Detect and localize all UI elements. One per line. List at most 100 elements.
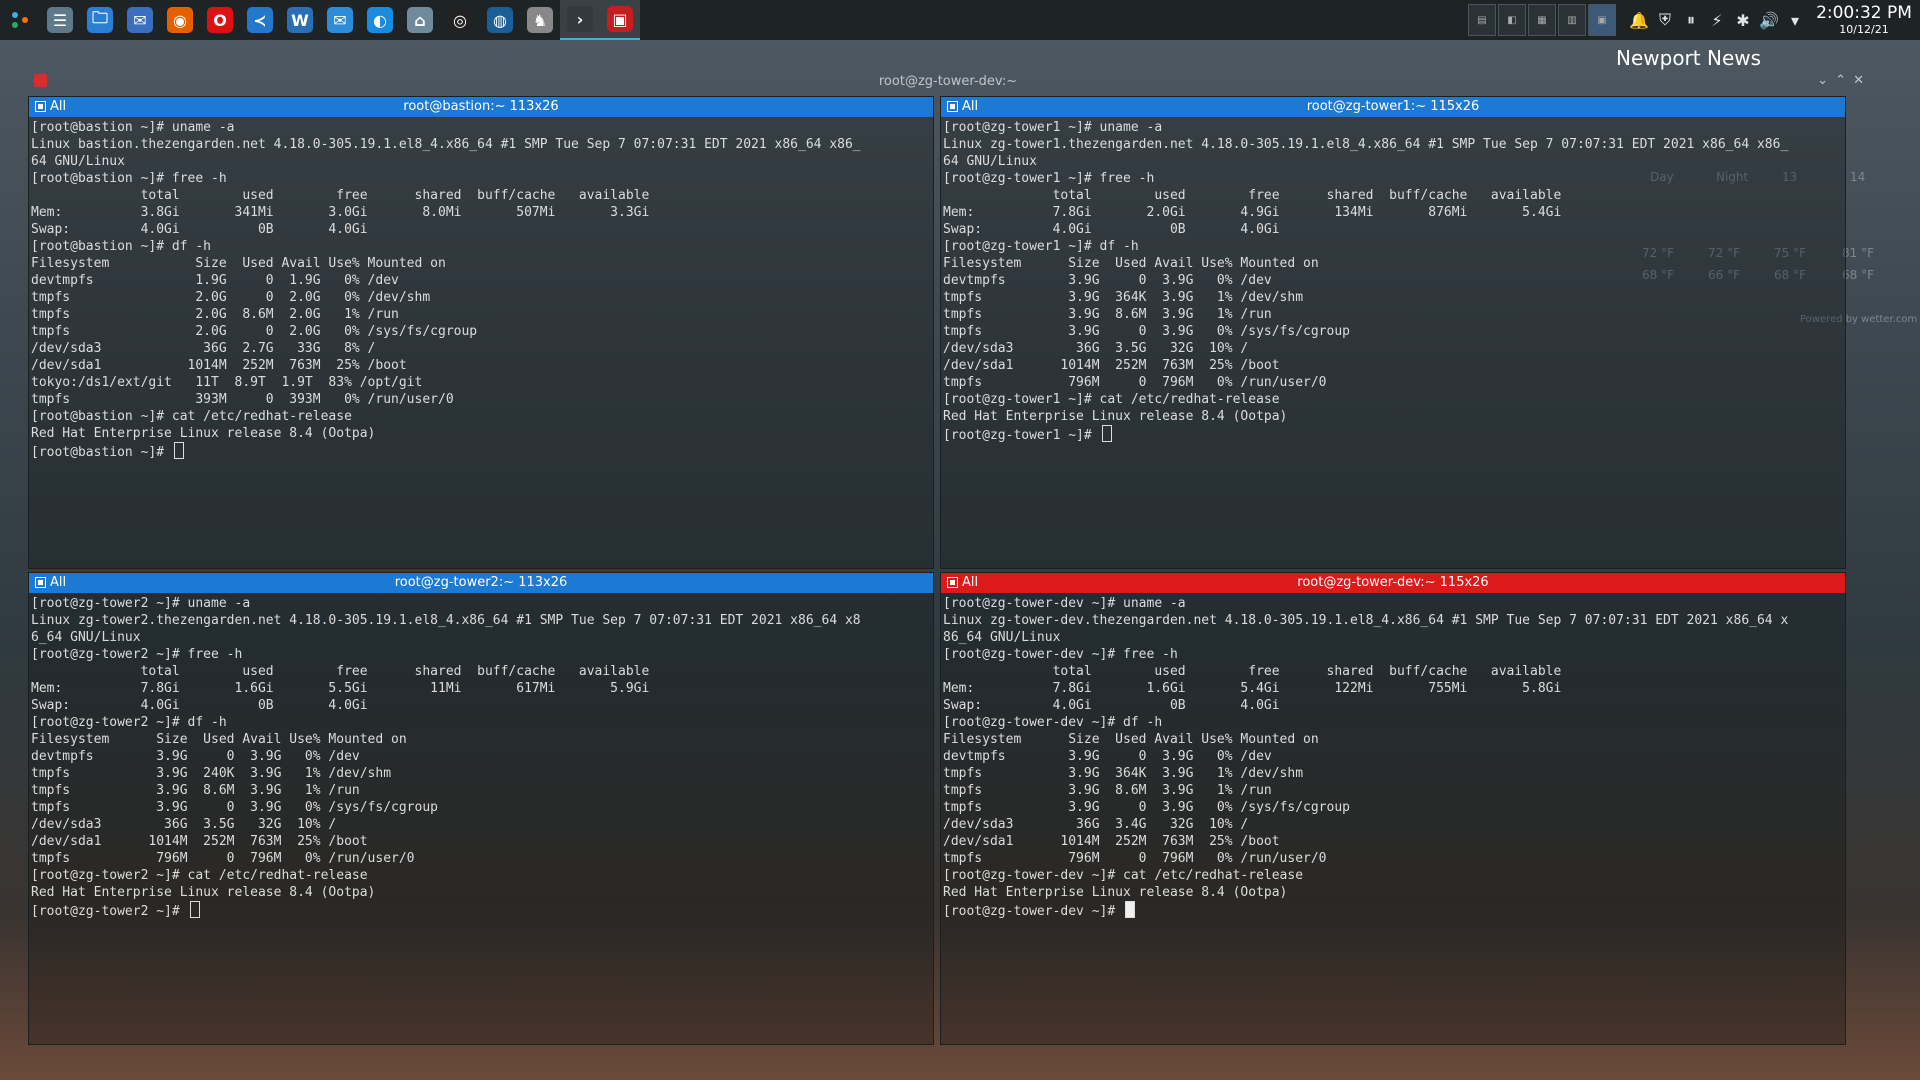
tray-icons: 🔔 ⛨ ⏸ ⚡ ✱ 🔊 ▾ — [1626, 0, 1808, 40]
terminal-output[interactable]: [root@zg-tower-dev ~]# uname -a Linux zg-… — [943, 595, 1843, 1044]
weather-city: Newport News — [1616, 46, 1762, 70]
digital-clock[interactable]: 2:00:32 PM 10/12/21 — [1808, 3, 1920, 36]
terminal-prompt[interactable]: [root@zg-tower-dev ~]# — [943, 901, 1843, 920]
bluetooth-icon[interactable]: ✱ — [1730, 0, 1756, 40]
terminal-prompt[interactable]: [root@zg-tower2 ~]# — [31, 901, 931, 920]
desktop-4[interactable]: ▥ — [1558, 4, 1586, 36]
terminal-line: [root@zg-tower1 ~]# free -h — [943, 171, 1155, 186]
desktop-2[interactable]: ◧ — [1498, 4, 1526, 36]
konsole-icon-glyph: › — [567, 6, 593, 32]
network-icon[interactable]: ⌂ — [400, 0, 440, 40]
firefox-icon[interactable]: ◉ — [160, 0, 200, 40]
messaging-icon[interactable]: ✉ — [320, 0, 360, 40]
clock-date: 10/12/21 — [1839, 23, 1889, 36]
thunderbird-icon-glyph: ✉ — [127, 7, 153, 33]
broadcast-all-button[interactable]: All — [947, 99, 978, 114]
terminal-pane[interactable]: root@zg-tower-dev:~ 115x26 All [root@zg-to… — [940, 572, 1846, 1045]
bell-icon[interactable]: 🔔 — [1626, 0, 1652, 40]
desktop-5[interactable]: ▣ — [1588, 4, 1616, 36]
pane-header[interactable]: root@bastion:~ 113x26 All — [29, 97, 933, 117]
dragon-icon[interactable]: ♞ — [520, 0, 560, 40]
pane-title: root@zg-tower-dev:~ 115x26 — [1297, 575, 1489, 590]
terminal-pane[interactable]: root@zg-tower1:~ 115x26 All [root@zg-tower… — [940, 96, 1846, 569]
prompt-text: [root@zg-tower2 ~]# — [31, 904, 188, 919]
virtual-desktop-pager[interactable]: ▤ ◧ ▦ ▥ ▣ — [1468, 4, 1616, 36]
minimize-button[interactable]: ⌄ — [1817, 73, 1828, 88]
terminal-line: Red Hat Enterprise Linux release 8.4 (Oo… — [943, 885, 1288, 900]
obs-icon-glyph: ◎ — [447, 7, 473, 33]
terminal-line: Mem: 7.8Gi 2.0Gi 4.9Gi 134Mi 876Mi 5.4Gi — [943, 205, 1562, 220]
terminal-line: devtmpfs 1.9G 0 1.9G 0% /dev — [31, 273, 399, 288]
terminal-line: Linux zg-tower2.thezengarden.net 4.18.0-… — [31, 613, 861, 628]
terminal-line: total used free shared buff/cache availa… — [31, 664, 650, 679]
system-settings-icon[interactable]: ☰ — [40, 0, 80, 40]
terminal-output[interactable]: [root@zg-tower1 ~]# uname -a Linux zg-tow… — [943, 119, 1843, 568]
terminal-line: [root@zg-tower-dev ~]# df -h — [943, 715, 1163, 730]
terminal-prompt[interactable]: [root@bastion ~]# — [31, 442, 931, 461]
chevron-up-icon[interactable]: ▾ — [1782, 0, 1808, 40]
terminal-line: Filesystem Size Used Avail Use% Mounted … — [943, 256, 1319, 271]
terminal-line: [root@zg-tower1 ~]# df -h — [943, 239, 1139, 254]
network-manager-icon[interactable]: ⚡ — [1704, 0, 1730, 40]
steam-icon[interactable]: ◍ — [480, 0, 520, 40]
pane-header[interactable]: root@zg-tower-dev:~ 115x26 All — [941, 573, 1845, 593]
terminal-line: devtmpfs 3.9G 0 3.9G 0% /dev — [943, 749, 1272, 764]
terminal-prompt[interactable]: [root@zg-tower1 ~]# — [943, 425, 1843, 444]
opera-icon[interactable]: O — [200, 0, 240, 40]
terminal-line: [root@zg-tower-dev ~]# free -h — [943, 647, 1178, 662]
browser-icon[interactable]: ◐ — [360, 0, 400, 40]
desktop-3[interactable]: ▦ — [1528, 4, 1556, 36]
terminal-line: Filesystem Size Used Avail Use% Mounted … — [31, 732, 407, 747]
terminal-line: tmpfs 3.9G 0 3.9G 0% /sys/fs/cgroup — [943, 324, 1350, 339]
window-titlebar[interactable]: root@zg-tower-dev:~ ⌄ ⌃ ✕ — [28, 72, 1868, 92]
terminal-line: Filesystem Size Used Avail Use% Mounted … — [943, 732, 1319, 747]
broadcast-label: All — [50, 99, 67, 114]
clock-time: 2:00:32 PM — [1816, 3, 1912, 23]
kde-launcher-icon[interactable] — [0, 0, 40, 40]
obs-icon[interactable]: ◎ — [440, 0, 480, 40]
pause-icon[interactable]: ⏸ — [1678, 0, 1704, 40]
text-cursor — [173, 442, 184, 459]
terminal-output[interactable]: [root@zg-tower2 ~]# uname -a Linux zg-tow… — [31, 595, 931, 1044]
thunderbird-icon[interactable]: ✉ — [120, 0, 160, 40]
taskbar: ☰ 🗀 ✉ ◉ O ≺ W ✉ ◐ ⌂ ◎ ◍ ♞ › ▣ ▤ ◧ ▦ ▥ ▣ 🔔 ⛨ ⏸ ⚡ ✱ 🔊 ▾ 2:00:3… — [0, 0, 1920, 40]
file-manager-icon[interactable]: 🗀 — [80, 0, 120, 40]
pane-header[interactable]: root@zg-tower1:~ 115x26 All — [941, 97, 1845, 117]
network-icon-glyph: ⌂ — [407, 7, 433, 33]
terminal-line: tmpfs 3.9G 8.6M 3.9G 1% /run — [943, 307, 1272, 322]
broadcast-all-button[interactable]: All — [947, 575, 978, 590]
system-settings-icon-glyph: ☰ — [47, 7, 73, 33]
terminal-line: Linux bastion.thezengarden.net 4.18.0-30… — [31, 137, 861, 152]
terminal-line: tmpfs 2.0G 0 2.0G 0% /sys/fs/cgroup — [31, 324, 478, 339]
terminal-line: Linux zg-tower-dev.thezengarden.net 4.18… — [943, 613, 1789, 628]
maximize-button[interactable]: ⌃ — [1835, 73, 1846, 88]
terminal-line: 64 GNU/Linux — [31, 154, 125, 169]
terminal-pane[interactable]: root@bastion:~ 113x26 All [root@bastion ~]… — [28, 96, 934, 569]
vscode-icon[interactable]: ≺ — [240, 0, 280, 40]
firefox-icon-glyph: ◉ — [167, 7, 193, 33]
terminal-line: [root@bastion ~]# cat /etc/redhat-releas… — [31, 409, 352, 424]
terminal-active-icon[interactable]: ▣ — [600, 0, 640, 40]
terminal-line: [root@bastion ~]# uname -a — [31, 120, 235, 135]
terminal-line: tmpfs 3.9G 0 3.9G 0% /sys/fs/cgroup — [31, 800, 438, 815]
konsole-icon[interactable]: › — [560, 0, 600, 40]
desktop-1[interactable]: ▤ — [1468, 4, 1496, 36]
terminal-line: [root@zg-tower2 ~]# uname -a — [31, 596, 251, 611]
writer-icon[interactable]: W — [280, 0, 320, 40]
broadcast-label: All — [962, 99, 979, 114]
terminal-line: Linux zg-tower1.thezengarden.net 4.18.0-… — [943, 137, 1789, 152]
terminal-line: Red Hat Enterprise Linux release 8.4 (Oo… — [943, 409, 1288, 424]
vscode-icon-glyph: ≺ — [247, 7, 273, 33]
volume-icon[interactable]: 🔊 — [1756, 0, 1782, 40]
broadcast-all-button[interactable]: All — [35, 575, 66, 590]
terminal-output[interactable]: [root@bastion ~]# uname -a Linux bastion.… — [31, 119, 931, 568]
system-tray: ▤ ◧ ▦ ▥ ▣ 🔔 ⛨ ⏸ ⚡ ✱ 🔊 ▾ 2:00:32 PM 10/12/21 — [1468, 0, 1920, 40]
terminal-line: total used free shared buff/cache availa… — [943, 188, 1562, 203]
broadcast-icon — [947, 577, 958, 588]
terminal-pane[interactable]: root@zg-tower2:~ 113x26 All [root@zg-tower… — [28, 572, 934, 1045]
pane-header[interactable]: root@zg-tower2:~ 113x26 All — [29, 573, 933, 593]
terminal-active-icon-glyph: ▣ — [607, 6, 633, 32]
broadcast-all-button[interactable]: All — [35, 99, 66, 114]
bitwarden-icon[interactable]: ⛨ — [1652, 0, 1678, 40]
close-button[interactable]: ✕ — [1853, 73, 1864, 88]
